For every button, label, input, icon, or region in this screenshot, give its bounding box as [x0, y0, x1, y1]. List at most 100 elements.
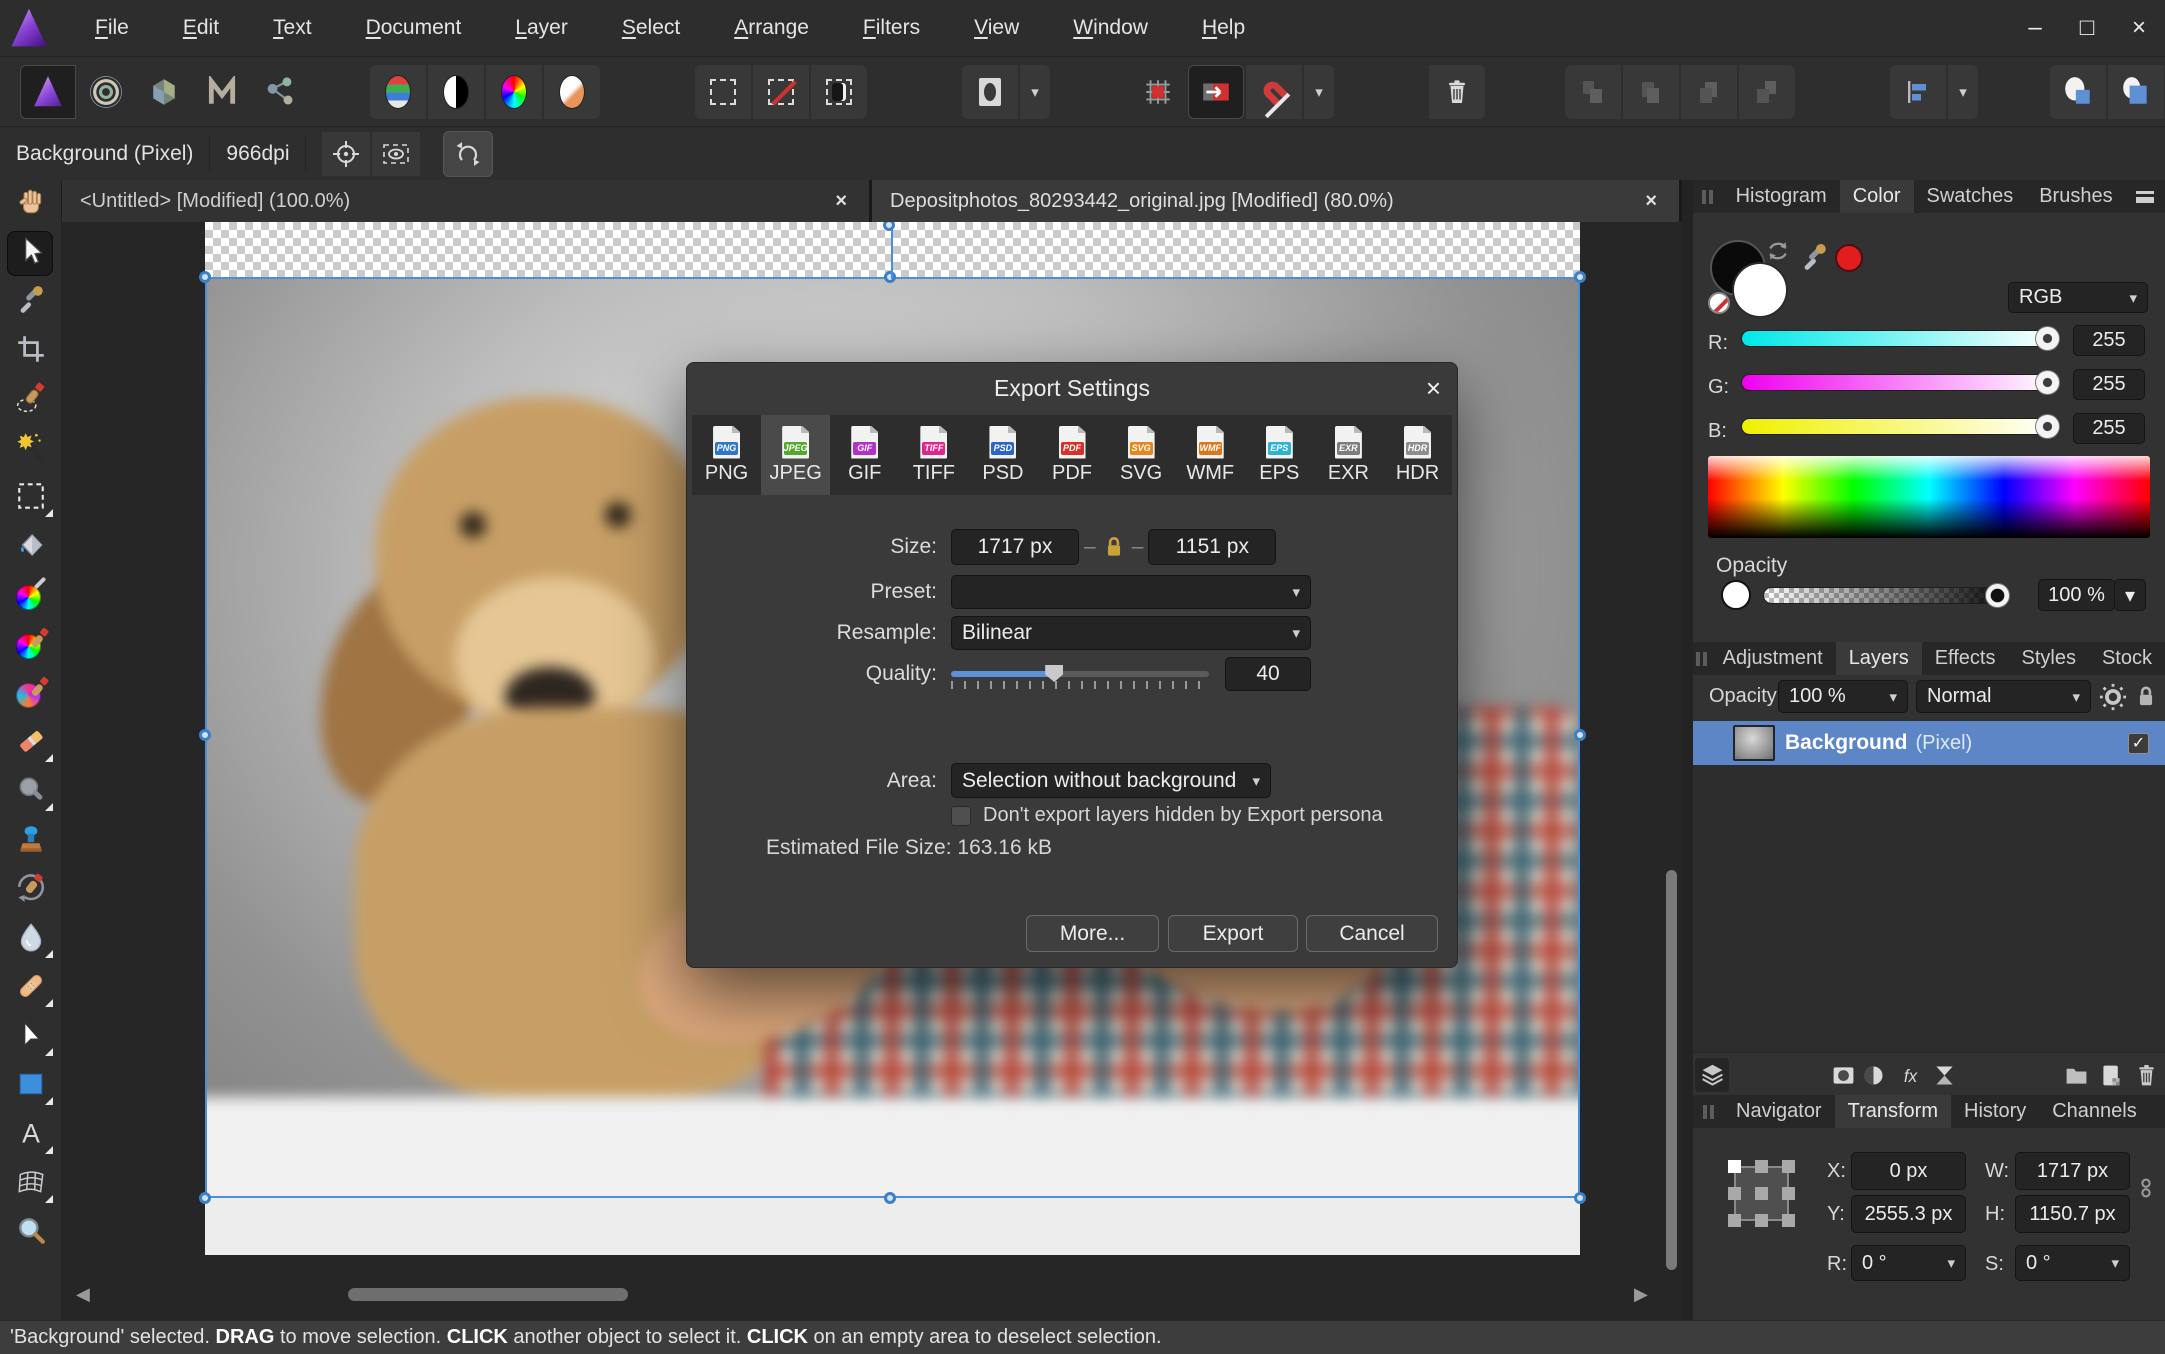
maximize-button[interactable]: □: [2061, 6, 2113, 50]
transform-shear-dropdown[interactable]: 0 ° ▾: [2015, 1245, 2130, 1281]
layer-row[interactable]: Background (Pixel) ✓: [1693, 721, 2165, 765]
panel-tab[interactable]: Transform: [1834, 1095, 1951, 1128]
format-tile[interactable]: PDF PDF: [1037, 415, 1106, 495]
menu-item[interactable]: Layer: [488, 16, 595, 40]
rectangle-tool[interactable]: [0, 1062, 62, 1111]
more-button[interactable]: More...: [1026, 915, 1159, 952]
panel-tab[interactable]: Layers: [1835, 642, 1922, 675]
quality-input[interactable]: 40: [1225, 657, 1311, 691]
panel-tab[interactable]: Channels: [2039, 1095, 2150, 1128]
paint-brush-tool[interactable]: [0, 621, 62, 670]
opacity-value-input[interactable]: 100 %: [2038, 579, 2115, 611]
quality-slider[interactable]: [951, 665, 1209, 682]
menu-item[interactable]: File: [68, 16, 156, 40]
opacity-full-swatch[interactable]: [1721, 580, 1751, 610]
intersect-selection-button[interactable]: [811, 64, 867, 119]
delete-layer-trash-icon[interactable]: [2129, 1058, 2163, 1092]
menu-item[interactable]: Filters: [836, 16, 947, 40]
menu-item[interactable]: Text: [246, 16, 339, 40]
no-colour-swatch[interactable]: [1708, 292, 1730, 314]
document-tab[interactable]: <Untitled> [Modified] (100.0%) ×: [62, 180, 869, 222]
layer-effects-fx-icon[interactable]: fx: [1893, 1058, 1927, 1092]
cancel-button[interactable]: Cancel: [1306, 915, 1438, 952]
menu-item[interactable]: View: [947, 16, 1046, 40]
move-by-whole-pixels-button[interactable]: [1188, 64, 1244, 119]
quick-mask-button[interactable]: [962, 64, 1018, 119]
mask-layer-icon[interactable]: [1826, 1058, 1860, 1092]
green-slider[interactable]: [1741, 374, 2056, 391]
adjustment-layer-icon[interactable]: [1856, 1058, 1890, 1092]
horizontal-scrollbar[interactable]: [348, 1288, 628, 1301]
cycle-selection-box-button[interactable]: [444, 131, 493, 176]
menu-item[interactable]: Arrange: [707, 16, 836, 40]
insert-behind-button[interactable]: [2050, 64, 2106, 119]
flood-fill-tool[interactable]: [0, 523, 62, 572]
format-tile[interactable]: PNG PNG: [692, 415, 761, 495]
green-slider-handle[interactable]: [2035, 370, 2060, 395]
dodge-brush-tool[interactable]: [0, 768, 62, 817]
scroll-left-arrow[interactable]: ◀: [76, 1284, 90, 1305]
subtract-selection-button[interactable]: [753, 64, 809, 119]
swap-colours-icon[interactable]: [1765, 238, 1791, 264]
opacity-stepper-dropdown[interactable]: ▾: [2114, 579, 2146, 611]
minimize-button[interactable]: –: [2009, 6, 2061, 50]
red-slider[interactable]: [1741, 330, 2056, 347]
export-button[interactable]: Export: [1168, 915, 1298, 952]
lock-layer-icon[interactable]: [2133, 683, 2159, 709]
format-tile[interactable]: TIFF TIFF: [899, 415, 968, 495]
photo-persona-button[interactable]: [20, 64, 76, 119]
link-dimensions-icon[interactable]: [2137, 1173, 2155, 1203]
new-selection-button[interactable]: [695, 64, 751, 119]
auto-levels-button[interactable]: [370, 64, 426, 119]
panel-grip-icon[interactable]: [1693, 180, 1723, 213]
tone-mapping-persona-button[interactable]: [194, 65, 250, 119]
tab-close-icon[interactable]: ×: [829, 190, 853, 213]
panel-tab[interactable]: History: [1951, 1095, 2039, 1128]
transform-h-input[interactable]: 1150.7 px: [2015, 1195, 2130, 1233]
node-tool[interactable]: [0, 1013, 62, 1062]
liquify-persona-button[interactable]: [78, 65, 134, 119]
blue-value-input[interactable]: 255: [2073, 413, 2145, 444]
hidden-layers-checkbox[interactable]: [951, 805, 971, 826]
format-tile[interactable]: EPS EPS: [1245, 415, 1314, 495]
red-value-input[interactable]: 255: [2073, 325, 2145, 356]
menu-item[interactable]: Select: [595, 16, 707, 40]
alignment-button[interactable]: [1890, 64, 1946, 119]
panel-tab[interactable]: Adjustment: [1710, 642, 1836, 675]
close-window-button[interactable]: ×: [2113, 6, 2165, 50]
blur-tool[interactable]: [0, 915, 62, 964]
erase-brush-tool[interactable]: [0, 719, 62, 768]
dialog-close-icon[interactable]: ×: [1426, 373, 1441, 404]
colour-picker-icon[interactable]: [1799, 242, 1831, 274]
picked-colour-swatch[interactable]: [1835, 244, 1863, 272]
healing-brush-tool[interactable]: [0, 964, 62, 1013]
move-tool[interactable]: [0, 229, 62, 278]
zoom-tool[interactable]: [0, 1209, 62, 1258]
auto-colour-button[interactable]: [486, 64, 542, 119]
anchor-point-selector[interactable]: [1728, 1160, 1795, 1227]
show-selection-button[interactable]: [372, 131, 421, 176]
menu-item[interactable]: Document: [339, 16, 489, 40]
scroll-right-arrow[interactable]: ▶: [1634, 1284, 1648, 1305]
artistic-text-tool[interactable]: A: [0, 1111, 62, 1160]
format-tile[interactable]: SVG SVG: [1107, 415, 1176, 495]
width-input[interactable]: 1717 px: [951, 529, 1079, 565]
quality-slider-handle[interactable]: [1045, 665, 1064, 682]
mesh-warp-tool[interactable]: [0, 1160, 62, 1209]
green-value-input[interactable]: 255: [2073, 369, 2145, 400]
layer-visibility-checkbox[interactable]: ✓: [2128, 732, 2149, 754]
show-target-button[interactable]: [322, 131, 371, 176]
colour-spectrum[interactable]: [1708, 456, 2150, 538]
alignment-dropdown[interactable]: ▾: [1948, 64, 1978, 119]
panel-menu-icon[interactable]: [2126, 180, 2165, 213]
group-layers-folder-icon[interactable]: [2059, 1058, 2093, 1092]
snapping-dropdown[interactable]: ▾: [1304, 64, 1334, 119]
colour-mode-dropdown[interactable]: RGB ▾: [2008, 282, 2148, 313]
snapping-button[interactable]: [1246, 64, 1302, 119]
menu-item[interactable]: Help: [1175, 16, 1272, 40]
menu-item[interactable]: Window: [1046, 16, 1175, 40]
document-tab[interactable]: Depositphotos_80293442_original.jpg [Mod…: [872, 180, 1679, 222]
panel-grip-icon[interactable]: [1693, 1095, 1723, 1128]
colour-replacement-brush-tool[interactable]: [0, 670, 62, 719]
flood-select-tool[interactable]: [0, 425, 62, 474]
